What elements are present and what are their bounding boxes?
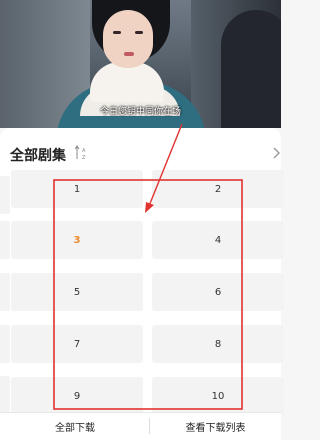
episode-tile[interactable]: 10 bbox=[152, 377, 284, 415]
video-actress-collar bbox=[90, 62, 164, 102]
episode-number: 8 bbox=[214, 338, 222, 350]
episode-tile[interactable]: 6 bbox=[152, 273, 284, 311]
sort-az-icon[interactable]: A Z bbox=[75, 145, 89, 161]
episode-number: 10 bbox=[211, 390, 225, 402]
episode-tile[interactable]: 1 bbox=[11, 170, 143, 208]
video-actress-eye bbox=[135, 31, 143, 34]
video-actress-face bbox=[103, 10, 153, 68]
video-actress-eye bbox=[113, 31, 121, 34]
download-all-button[interactable]: 全部下载 bbox=[0, 413, 150, 440]
bottom-action-bar: 全部下载 查看下载列表 bbox=[0, 412, 281, 440]
video-player[interactable]: 今日您钥中同你在场 bbox=[0, 0, 281, 128]
video-subtitle: 今日您钥中同你在场 bbox=[99, 107, 181, 117]
episode-number: 7 bbox=[73, 338, 81, 350]
episode-number: 4 bbox=[214, 234, 222, 246]
episode-number: 9 bbox=[73, 390, 81, 402]
episode-tile[interactable]: 5 bbox=[11, 273, 143, 311]
episode-tile-edge bbox=[0, 176, 10, 214]
episode-tile[interactable]: 4 bbox=[152, 221, 284, 259]
episode-number: 6 bbox=[214, 286, 222, 298]
svg-text:Z: Z bbox=[82, 155, 86, 161]
episode-tile-edge bbox=[0, 221, 10, 259]
episode-tile-edge bbox=[0, 325, 10, 363]
episode-number: 3 bbox=[73, 234, 81, 246]
episode-tile-current[interactable]: 3 bbox=[11, 221, 143, 259]
episode-panel-title: 全部剧集 bbox=[10, 148, 66, 164]
bottom-divider bbox=[149, 418, 150, 434]
chevron-right-icon[interactable] bbox=[272, 146, 281, 160]
episode-number: 5 bbox=[73, 286, 81, 298]
video-actress-lips bbox=[124, 52, 134, 56]
episode-number: 2 bbox=[214, 183, 222, 195]
episode-tile-edge bbox=[0, 273, 10, 311]
episode-number: 1 bbox=[73, 183, 81, 195]
episode-tile[interactable]: 8 bbox=[152, 325, 284, 363]
episode-tile[interactable]: 7 bbox=[11, 325, 143, 363]
episode-tile[interactable]: 9 bbox=[11, 377, 143, 415]
svg-text:A: A bbox=[82, 148, 86, 154]
episode-tile-edge bbox=[0, 376, 10, 414]
view-download-list-button[interactable]: 查看下载列表 bbox=[150, 413, 281, 440]
episode-tile[interactable]: 2 bbox=[152, 170, 284, 208]
